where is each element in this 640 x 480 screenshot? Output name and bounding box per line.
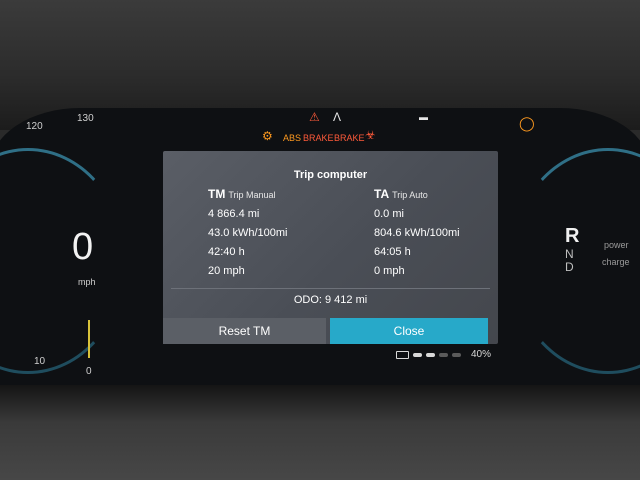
- battery-percent: 40%: [471, 349, 492, 360]
- battery-segment: [426, 352, 435, 357]
- speed-tick-120: 120: [26, 121, 43, 132]
- trip-manual-distance: 4 866.4 mi: [208, 208, 260, 220]
- gear-r: R: [565, 225, 580, 247]
- divider: [171, 288, 490, 289]
- trip-auto-energy: 804.6 kWh/100mi: [374, 227, 460, 239]
- brake-warning-1: BRAKE: [303, 133, 334, 143]
- steering-column-trim: [0, 385, 640, 480]
- speed-tick-130: 130: [77, 113, 94, 124]
- trip-manual-avg-speed: 20 mph: [208, 265, 245, 277]
- trip-auto-header: TA Trip Auto: [374, 187, 460, 201]
- trip-auto-column: TA Trip Auto 0.0 mi 804.6 kWh/100mi 64:05…: [374, 187, 460, 277]
- trip-manual-code: TM: [208, 187, 226, 201]
- speed-needle: [88, 320, 90, 358]
- gear-indicator: R N D: [565, 225, 579, 274]
- speed-tick-0: 0: [86, 366, 92, 377]
- warning-triangle-icon: ⚠: [309, 110, 320, 124]
- charge-label: charge: [602, 257, 630, 267]
- trip-manual-energy: 43.0 kWh/100mi: [208, 227, 288, 239]
- trip-manual-column: TM Trip Manual 4 866.4 mi 43.0 kWh/100mi …: [208, 187, 287, 277]
- reset-tm-button[interactable]: Reset TM: [163, 318, 326, 344]
- battery-indicator: 40%: [396, 349, 491, 360]
- lane-assist-icon: Λ: [333, 110, 342, 124]
- battery-segment: [439, 352, 448, 357]
- brake-warning-2: BRAKE: [334, 133, 365, 143]
- tire-pressure-icon: ◯: [519, 115, 535, 131]
- speed-gauge-arc: [0, 148, 126, 374]
- speed-readout: 0: [72, 226, 94, 268]
- battery-segment: [452, 352, 461, 357]
- battery-icon: [396, 350, 409, 359]
- close-button[interactable]: Close: [330, 318, 488, 344]
- trip-manual-time: 42:40 h: [208, 246, 245, 258]
- traction-control-icon: ⚙: [262, 129, 273, 143]
- trip-auto-name: Trip Auto: [392, 190, 428, 200]
- trip-auto-time: 64:05 h: [374, 246, 411, 258]
- trip-auto-distance: 0.0 mi: [374, 208, 404, 220]
- speed-tick-10: 10: [34, 356, 46, 367]
- trip-auto-code: TA: [374, 187, 390, 201]
- battery-segment: [413, 352, 422, 357]
- power-label: power: [604, 240, 629, 250]
- headlight-icon: ▬: [419, 112, 428, 122]
- odometer: ODO: 9 412 mi: [293, 294, 368, 306]
- trip-manual-header: TM Trip Manual: [208, 187, 287, 201]
- trip-computer-dialog: Trip computer TM Trip Manual 4 866.4 mi 4…: [163, 151, 498, 344]
- airbag-warning-icon: ☣: [365, 128, 376, 142]
- trip-manual-name: Trip Manual: [228, 190, 276, 200]
- dialog-title: Trip computer: [293, 169, 368, 181]
- speed-unit: mph: [78, 277, 96, 287]
- gear-d: D: [565, 260, 574, 274]
- abs-warning: ABS: [283, 133, 302, 143]
- trip-auto-avg-speed: 0 mph: [374, 265, 405, 277]
